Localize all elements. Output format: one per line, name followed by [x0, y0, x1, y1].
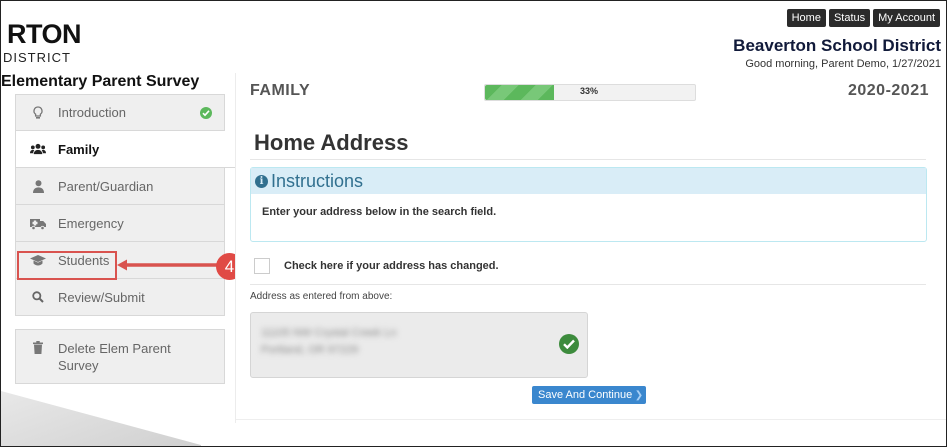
address-changed-row: Check here if your address has changed. [254, 258, 499, 274]
progress-label: 33% [580, 86, 599, 96]
users-icon [30, 143, 46, 155]
sidebar-item-label: Introduction [58, 105, 126, 120]
main-content: FAMILY 33% 2020-2021 Home Address i Inst… [235, 73, 946, 423]
user-icon [30, 179, 46, 193]
divider [250, 159, 926, 160]
search-icon [30, 291, 46, 303]
sidebar-item-review-submit[interactable]: Review/Submit [15, 279, 225, 316]
progress-bar: 33% [484, 84, 696, 101]
background-decoration [1, 391, 201, 446]
app-window: RTON DISTRICT Home Status My Account Bea… [0, 0, 947, 447]
ambulance-icon [30, 217, 46, 230]
info-icon: i [255, 174, 268, 188]
school-year: 2020-2021 [847, 82, 929, 99]
address-line: 11105 NW Crystal Creek Ln [261, 327, 397, 339]
sidebar-item-label: Parent/Guardian [58, 178, 154, 194]
status-button[interactable]: Status [828, 9, 871, 27]
page-title: Home Address [254, 130, 409, 155]
delete-survey-button[interactable]: Delete Elem Parent Survey [15, 329, 225, 384]
district-logo-subtitle: DISTRICT [3, 50, 71, 65]
instructions-title: Instructions [271, 170, 364, 191]
address-changed-checkbox[interactable] [254, 258, 270, 274]
save-and-continue-label: Save And Continue [538, 389, 633, 401]
instructions-header: i Instructions [251, 168, 926, 194]
sidebar-item-label: Emergency [58, 215, 124, 231]
district-name: Beaverton School District [733, 36, 941, 55]
divider [250, 284, 926, 285]
sidebar-item-parent-guardian[interactable]: Parent/Guardian [15, 168, 225, 205]
sidebar-item-emergency[interactable]: Emergency [15, 205, 225, 242]
instructions-text: Enter your address below in the search f… [262, 206, 497, 218]
sidebar-item-family[interactable]: Family [15, 131, 235, 168]
divider [236, 419, 946, 420]
address-display: 11105 NW Crystal Creek Ln Portland, OR 9… [250, 312, 588, 378]
delete-survey-label: Delete Elem Parent Survey [58, 341, 171, 373]
annotation-arrow-icon [117, 259, 219, 271]
sidebar-item-label: Family [58, 141, 100, 157]
instructions-panel: i Instructions Enter your address below … [250, 167, 927, 242]
save-and-continue-button[interactable]: Save And Continue ❯ [532, 386, 647, 404]
section-label: FAMILY [250, 82, 311, 99]
sidebar: Introduction Family Parent/Guardian Emer… [15, 94, 235, 384]
home-button[interactable]: Home [786, 9, 826, 27]
address-changed-label[interactable]: Check here if your address has changed. [284, 260, 499, 272]
completed-check-icon [200, 107, 212, 119]
students-highlight-box [17, 251, 117, 280]
sidebar-item-label: Review/Submit [58, 289, 145, 305]
greeting-text: Good morning, Parent Demo, 1/27/2021 [745, 58, 941, 70]
chevron-right-icon: ❯ [634, 390, 644, 401]
lightbulb-icon [30, 105, 46, 120]
address-label: Address as entered from above: [250, 291, 393, 302]
trash-icon [30, 340, 46, 354]
address-line: Portland, OR 97229 [261, 344, 359, 356]
my-account-button[interactable]: My Account [873, 9, 940, 27]
progress-fill [485, 85, 555, 100]
district-logo[interactable]: RTON [7, 19, 82, 50]
sidebar-item-introduction[interactable]: Introduction [15, 94, 225, 131]
top-navigation: Home Status My Account [786, 9, 940, 27]
survey-title: Elementary Parent Survey [1, 73, 200, 90]
verified-check-icon [559, 334, 579, 354]
